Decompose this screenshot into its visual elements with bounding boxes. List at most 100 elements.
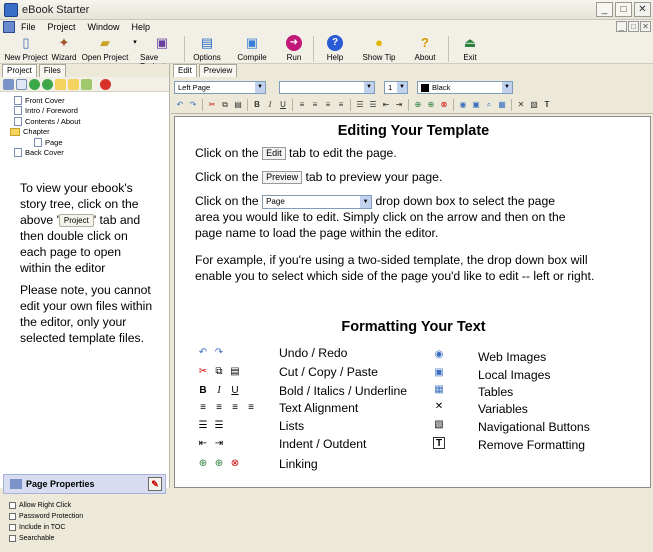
document-icon[interactable] [3,21,15,33]
folder-icon[interactable] [68,78,79,90]
tree-item[interactable]: Intro / Foreword [4,106,169,117]
justify-icon[interactable]: ≡ [335,99,347,111]
open-dropdown-arrow[interactable]: ▾ [130,34,140,64]
edit-page-icon[interactable] [3,78,14,90]
indent-icon[interactable]: ⇥ [393,99,405,111]
nav-buttons-icon[interactable]: ▧ [528,99,540,111]
tree-item[interactable]: Chapter [4,127,169,138]
unlink-icon[interactable]: ⊗ [438,99,450,111]
wizard-button[interactable]: ✦ Wizard [48,34,80,64]
page-icon [34,137,42,147]
pin-icon[interactable]: ✎ [148,477,162,491]
local-image-icon[interactable]: ▣ [470,99,482,111]
editor-panel: Edit Preview Left Page ▼ ▼ 1 ▼ Black ▼ ↶ ↷ … [171,64,653,490]
menu-help[interactable]: Help [126,22,157,32]
underline-icon[interactable]: U [277,99,289,111]
move-up-icon[interactable] [29,78,40,90]
page-icon [14,148,22,158]
feature-label: Navigational Buttons [478,420,590,434]
menu-project[interactable]: Project [42,22,82,32]
page-select-chip: Page ▼ [262,194,373,209]
outdent-icon[interactable]: ⇤ [380,99,392,111]
minimize-button[interactable]: _ [596,2,613,17]
undo-icon[interactable]: ↶ [174,99,186,111]
tab-files[interactable]: Files [38,64,66,77]
copy-icon[interactable]: ⧉ [219,99,231,111]
move-down-icon[interactable] [42,78,53,90]
tree-item[interactable]: Contents / About [4,116,169,127]
new-folder-icon[interactable] [55,78,66,90]
search-icon[interactable]: ⌕ [483,99,495,111]
mdi-minimize-button[interactable]: _ [616,21,627,32]
outdent-icon: ⇤ [198,438,208,449]
bold-icon[interactable]: B [251,99,263,111]
paragraph: Click on the Edit tab to edit the page. [195,146,397,161]
tab-project[interactable]: Project [2,64,37,77]
show-tip-button[interactable]: ● Show Tip [356,34,402,64]
paste-icon[interactable]: ▤ [232,99,244,111]
numbered-list-icon[interactable]: ☰ [354,99,366,111]
feature-label: Tables [478,385,514,399]
mdi-close-button[interactable]: ✕ [640,21,651,32]
link-icon[interactable]: ⊕ [412,99,424,111]
run-button[interactable]: ➜ Run [275,34,313,64]
tab-preview[interactable]: Preview [198,64,238,77]
password-protection-checkbox[interactable]: Password Protection [3,511,166,522]
redo-icon[interactable]: ↷ [187,99,199,111]
cut-icon[interactable]: ✂ [206,99,218,111]
color-select[interactable]: Black ▼ [417,81,513,94]
tree-item[interactable]: Back Cover [4,148,169,159]
page-icon[interactable] [16,78,27,90]
tree-item[interactable]: Page [4,137,169,148]
anchor-icon[interactable]: ⊕ [425,99,437,111]
allow-right-click-checkbox[interactable]: Allow Right Click [3,500,166,511]
align-left-icon[interactable]: ≡ [296,99,308,111]
wizard-icon: ✦ [58,35,70,50]
options-button[interactable]: ▤ Options [185,34,229,64]
edit-tab-chip: Edit [262,147,286,161]
add-page-icon[interactable] [81,78,92,90]
table-icon[interactable]: ▦ [496,99,508,111]
menu-window[interactable]: Window [82,22,126,32]
menu-file[interactable]: File [15,22,42,32]
tab-edit[interactable]: Edit [173,64,197,77]
heading-editing: Editing Your Template [337,123,490,139]
page-icon [14,106,22,116]
mdi-restore-button[interactable]: □ [628,21,639,32]
searchable-checkbox[interactable]: Searchable [3,533,166,544]
bullet-list-icon[interactable]: ☰ [367,99,379,111]
exit-button[interactable]: ⏏ Exit [449,34,491,64]
web-image-icon[interactable]: ◉ [457,99,469,111]
open-project-button[interactable]: ▰ Open Project [80,34,130,64]
variables-icon[interactable]: ✕ [515,99,527,111]
font-select[interactable]: ▼ [279,81,375,94]
feature-label: Indent / Outdent [279,437,367,451]
font-size-select[interactable]: 1 ▼ [384,81,408,94]
app-icon [4,2,18,17]
delete-icon[interactable] [100,78,111,90]
compile-button[interactable]: ▣ Compile [229,34,275,64]
tree-item[interactable]: Front Cover [4,95,169,106]
new-project-button[interactable]: ▯ New Project [4,34,48,64]
italic-icon[interactable]: I [264,99,276,111]
align-center-icon[interactable]: ≡ [309,99,321,111]
remove-formatting-icon[interactable]: T [541,99,553,111]
close-button[interactable]: ✕ [634,2,651,17]
mdi-controls: _ □ ✕ [616,21,651,32]
format-toolbar-top: Left Page ▼ ▼ 1 ▼ Black ▼ [171,79,653,96]
feature-label: Cut / Copy / Paste [279,365,378,379]
help-button[interactable]: ? Help [314,34,356,64]
options-icon: ▤ [200,35,214,50]
paragraph-line: area you would like to edit. Simply clic… [195,210,566,224]
copy-icon: ⧉ [215,366,223,377]
feature-label: Local Images [478,368,551,382]
align-right-icon[interactable]: ≡ [322,99,334,111]
web-image-icon: ◉ [434,349,444,360]
about-icon: ? [421,35,429,50]
editor-area[interactable]: Editing Your Template Click on the Edit … [174,116,651,488]
about-button[interactable]: ? About [402,34,448,64]
save-project-button[interactable]: ▣ Save Project [140,34,184,71]
maximize-button[interactable]: □ [615,2,632,17]
include-in-toc-checkbox[interactable]: Include in TOC [3,522,166,533]
page-section-select[interactable]: Left Page ▼ [174,81,266,94]
